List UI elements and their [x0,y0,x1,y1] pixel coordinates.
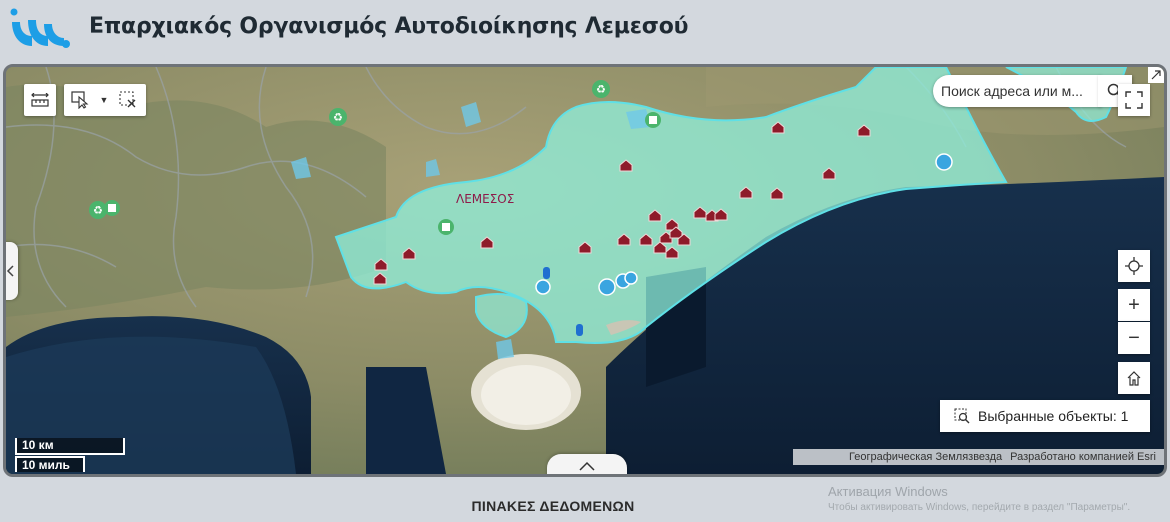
data-panel-toggle[interactable] [547,454,627,474]
logo-icon [10,8,70,48]
zoom-out-button[interactable]: − [1118,322,1150,354]
attribution-source: Географическая Землязвезда [849,451,1003,463]
measure-icon [31,93,49,107]
chevron-down-icon[interactable]: ▼ [96,95,112,105]
measure-tool-group [24,84,56,116]
svg-text:♻: ♻ [93,204,103,217]
map-view[interactable]: ♻ ♻ ♻ ΛΕΜΕΣΟΣ ▼ Поиск адреса или м... + … [3,64,1167,477]
svg-text:♻: ♻ [596,83,606,96]
app-header: Επαρχιακός Οργανισμός Αυτοδιοίκησης Λεμε… [0,0,1170,62]
page-title: Επαρχιακός Οργανισμός Αυτοδιοίκησης Λεμε… [89,14,689,39]
select-tool-icon [71,91,89,109]
clear-selection-button[interactable] [112,84,144,116]
zoom-in-button[interactable]: + [1118,289,1150,321]
side-panel-toggle[interactable] [6,242,18,300]
windows-activation-title: Активация Windows [828,484,948,499]
home-icon [1127,371,1141,386]
chevron-left-icon [6,265,14,277]
locate-button[interactable] [1118,250,1150,282]
svg-text:♻: ♻ [333,111,343,124]
attribution-credit[interactable]: Разработано компанией Esri [1010,451,1156,463]
measure-button[interactable] [24,84,56,116]
fullscreen-button[interactable] [1118,84,1150,116]
zoom-in-icon: + [1128,293,1140,316]
locate-icon [1125,257,1143,275]
selection-tool-group: ▼ [64,84,146,116]
selected-objects-button[interactable]: Выбранные объекты: 1 [940,400,1150,432]
windows-activation-hint: Чтобы активировать Windows, перейдите в … [828,502,1131,513]
scale-bar-km: 10 км [15,438,125,455]
place-label: ΛΕΜΕΣΟΣ [456,192,514,206]
zoom-out-icon: − [1128,326,1140,349]
home-button[interactable] [1118,362,1150,394]
map-attribution: Географическая Землязвезда Разработано к… [793,449,1164,465]
scale-bar-miles: 10 миль [15,456,85,472]
chevron-up-icon [579,461,595,471]
zoom-to-selection-icon [954,408,970,424]
expand-corner-icon [1151,70,1161,80]
clear-selection-icon [119,91,136,108]
search-input[interactable]: Поиск адреса или м... [933,75,1101,107]
fullscreen-icon [1125,91,1143,109]
selected-objects-label: Выбранные объекты: 1 [978,408,1129,424]
expand-corner-button[interactable] [1148,67,1164,83]
search-placeholder: Поиск адреса или м... [941,83,1083,99]
select-tool-button[interactable] [64,84,96,116]
